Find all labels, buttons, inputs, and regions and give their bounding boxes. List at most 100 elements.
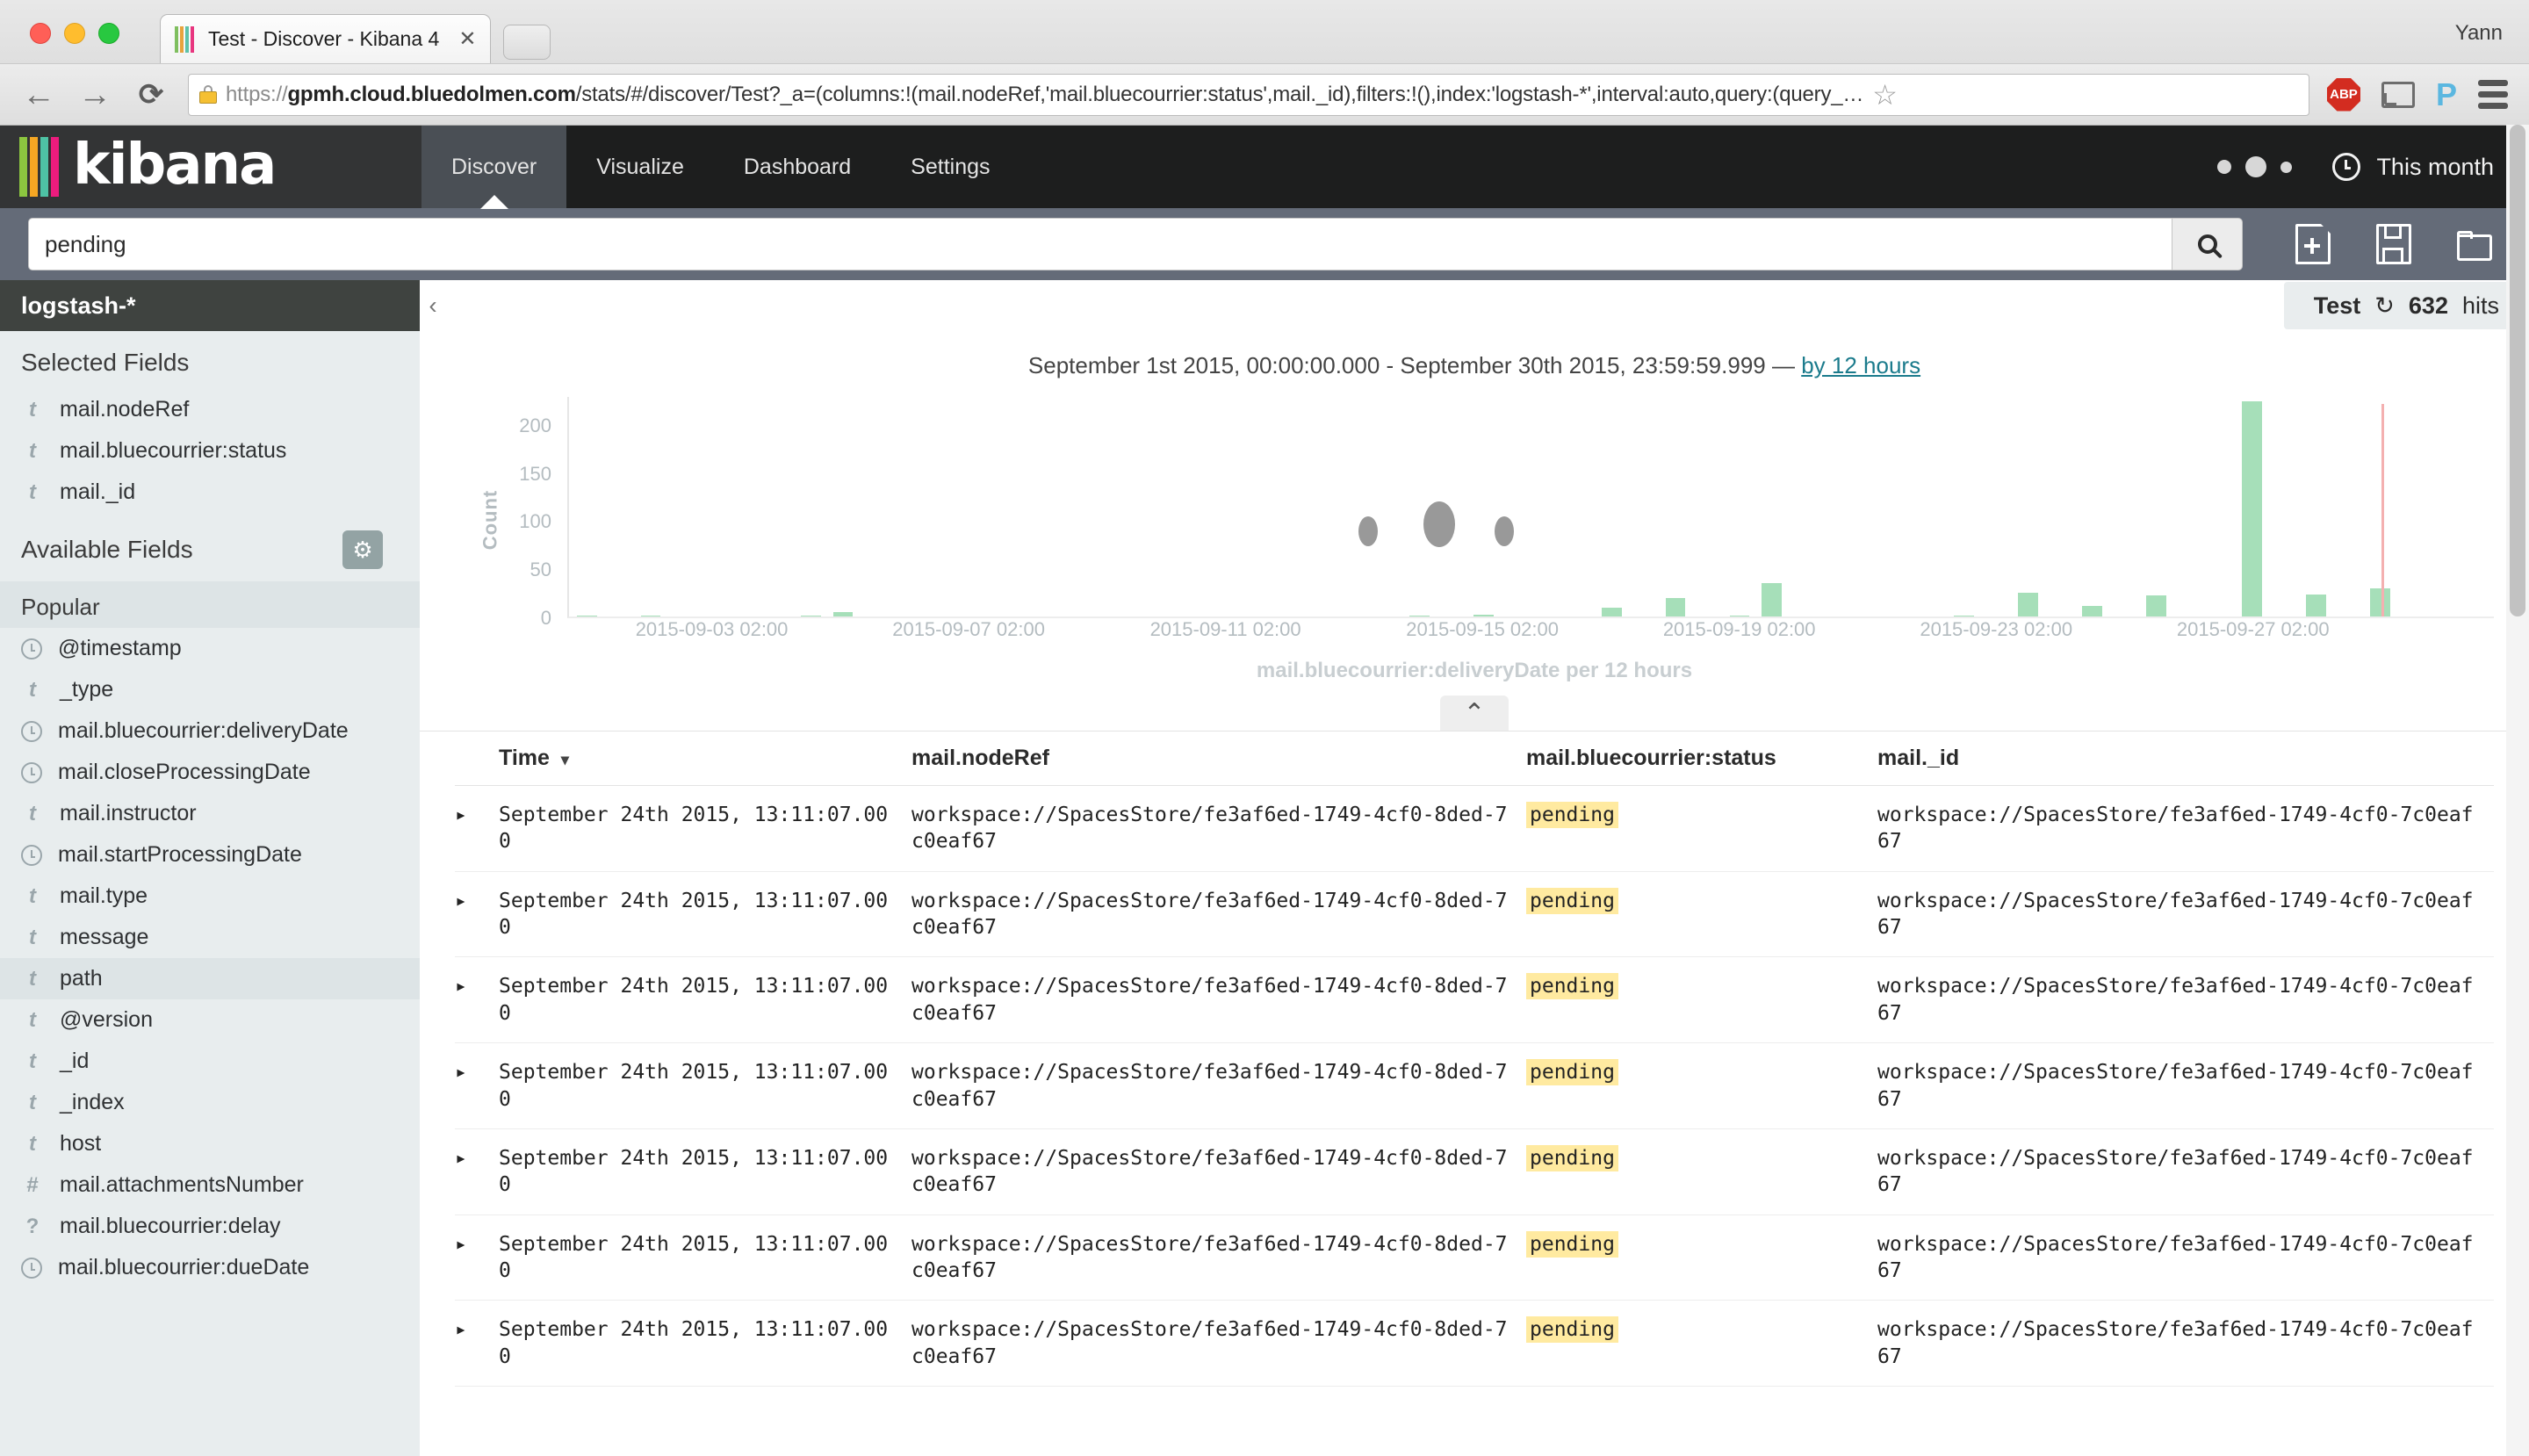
window-traffic-lights[interactable] [30, 23, 119, 44]
sidebar-field-label: mail.bluecourrier:dueDate [58, 1255, 310, 1279]
back-button[interactable]: ← [19, 78, 58, 112]
sidebar-field-item[interactable]: ? mail.bluecourrier:delay [0, 1206, 420, 1247]
row-expand-button[interactable]: ▸ [455, 871, 499, 958]
sidebar-field-item[interactable]: mail.closeProcessingDate [0, 752, 420, 793]
cell-id: workspace://SpacesStore/fe3af6ed-1749-4c… [1877, 956, 2494, 1044]
table-row[interactable]: ▸ September 24th 2015, 13:11:07.000 worksp… [455, 1042, 2494, 1129]
documents-table-wrap[interactable]: Time ▾ mail.nodeRef mail.bluecourrier:st… [420, 732, 2529, 1456]
column-header-nodeRef[interactable]: mail.nodeRef [911, 732, 1526, 786]
cell-nodeRef: workspace://SpacesStore/fe3af6ed-1749-4c… [911, 1042, 1526, 1129]
window-minimize-button[interactable] [64, 23, 85, 44]
cell-id: workspace://SpacesStore/fe3af6ed-1749-4c… [1877, 1215, 2494, 1301]
search-input[interactable] [45, 230, 2156, 258]
sidebar-field-item[interactable]: mail.bluecourrier:dueDate [0, 1247, 420, 1288]
tab-close-icon[interactable]: ✕ [458, 28, 476, 50]
cast-icon[interactable] [2381, 81, 2415, 108]
page-scrollbar[interactable] [2506, 125, 2529, 1456]
discover-main: Test ↻ 632 hits September 1st 2015, 00:0… [420, 280, 2529, 1456]
tab-settings[interactable]: Settings [881, 126, 1020, 208]
browser-profile-name[interactable]: Yann [2455, 21, 2503, 46]
chart-range-text: September 1st 2015, 00:00:00.000 - Septe… [1027, 352, 1766, 378]
sidebar-field-item[interactable]: t mail.bluecourrier:status [0, 430, 420, 472]
column-header-status[interactable]: mail.bluecourrier:status [1526, 732, 1877, 786]
sidebar-field-item[interactable]: t mail.nodeRef [0, 389, 420, 430]
sidebar-field-item[interactable]: t mail.type [0, 876, 420, 917]
row-expand-button[interactable]: ▸ [455, 785, 499, 872]
open-search-icon[interactable] [2457, 224, 2492, 264]
sidebar-field-item[interactable]: t mail._id [0, 472, 420, 513]
kibana-logo[interactable]: kibana [0, 126, 422, 208]
table-row[interactable]: ▸ September 24th 2015, 13:11:07.000 worksp… [455, 785, 2494, 872]
row-expand-button[interactable]: ▸ [455, 1042, 499, 1129]
sidebar-collapse-button[interactable]: ‹ [420, 280, 446, 331]
refresh-icon[interactable]: ↻ [2374, 292, 2395, 320]
abp-icon[interactable]: ABP [2326, 77, 2360, 112]
status-badge: pending [1526, 802, 1618, 828]
table-row[interactable]: ▸ September 24th 2015, 13:11:07.000 worksp… [455, 871, 2494, 958]
forward-button[interactable]: → [76, 78, 114, 112]
row-expand-button[interactable]: ▸ [455, 956, 499, 1044]
tab-discover[interactable]: Discover [422, 126, 567, 208]
sidebar-field-item[interactable]: t host [0, 1123, 420, 1164]
page-scrollbar-thumb[interactable] [2510, 125, 2525, 616]
field-type-string-icon: t [29, 966, 36, 991]
chart-time-marker [2381, 404, 2385, 616]
row-expand-button[interactable]: ▸ [455, 1300, 499, 1388]
table-row[interactable]: ▸ September 24th 2015, 13:11:07.000 worksp… [455, 1300, 2494, 1388]
sidebar-field-item[interactable]: # mail.attachmentsNumber [0, 1164, 420, 1206]
sidebar-field-item[interactable]: @timestamp [0, 628, 420, 669]
sidebar-field-item[interactable]: mail.bluecourrier:deliveryDate [0, 710, 420, 752]
search-input-wrap[interactable] [28, 218, 2172, 270]
hits-label: hits [2461, 292, 2499, 319]
sidebar-field-label: _index [60, 1090, 125, 1114]
search-submit-button[interactable] [2172, 218, 2243, 270]
sidebar-field-label: path [60, 966, 103, 991]
row-expand-button[interactable]: ▸ [455, 1128, 499, 1215]
cell-id: workspace://SpacesStore/fe3af6ed-1749-4c… [1877, 1128, 2494, 1215]
new-search-icon[interactable] [2295, 223, 2331, 264]
sidebar-field-item[interactable]: t message [0, 917, 420, 958]
sidebar-field-item[interactable]: mail.startProcessingDate [0, 834, 420, 876]
row-expand-button[interactable]: ▸ [455, 1215, 499, 1301]
sidebar-field-item[interactable]: t _id [0, 1041, 420, 1082]
chart-interval-link[interactable]: by 12 hours [1801, 352, 1920, 378]
column-header-id[interactable]: mail._id [1877, 732, 2494, 786]
new-tab-button[interactable] [503, 25, 551, 60]
window-maximize-button[interactable] [98, 23, 119, 44]
window-close-button[interactable] [30, 23, 51, 44]
time-picker-button[interactable]: This month [2332, 153, 2494, 181]
sidebar-field-item[interactable]: t _type [0, 669, 420, 710]
save-search-icon[interactable] [2376, 224, 2411, 264]
saved-search-name[interactable]: Test [2314, 292, 2361, 320]
documents-table-body: ▸ September 24th 2015, 13:11:07.000 worksp… [455, 785, 2494, 1388]
selected-fields-header: Selected Fields [0, 331, 420, 389]
bookmark-star-icon[interactable]: ☆ [1872, 78, 1898, 112]
chart-plot-area[interactable] [567, 397, 2494, 618]
cell-id: workspace://SpacesStore/fe3af6ed-1749-4c… [1877, 871, 2494, 958]
field-type-string-icon: t [29, 397, 36, 422]
address-bar[interactable]: https://gpmh.cloud.bluedolmen.com/stats/… [188, 73, 2309, 116]
sidebar-field-item[interactable]: t _index [0, 1082, 420, 1123]
index-pattern-selector[interactable]: logstash-* [0, 280, 420, 331]
reload-button[interactable]: ⟳ [132, 80, 170, 110]
histogram-chart[interactable]: Count 0 50 100 150 200 2015-09-03 02:00 2015-… [455, 397, 2494, 643]
tab-dashboard[interactable]: Dashboard [714, 126, 881, 208]
sidebar-field-label: mail.bluecourrier:delay [60, 1214, 281, 1238]
available-fields-header: Available Fields ⚙ [0, 513, 420, 581]
sidebar-field-item[interactable]: t @version [0, 999, 420, 1041]
table-row[interactable]: ▸ September 24th 2015, 13:11:07.000 worksp… [455, 1215, 2494, 1301]
histogram-collapse-button[interactable]: ⌃ [1440, 696, 1509, 731]
status-badge: pending [1526, 1230, 1618, 1258]
caret-down-icon[interactable]: ▾ [561, 751, 569, 768]
gear-icon[interactable]: ⚙ [342, 530, 383, 569]
browser-tab[interactable]: Test - Discover - Kibana 4 ✕ [160, 14, 492, 63]
table-row[interactable]: ▸ September 24th 2015, 13:11:07.000 worksp… [455, 956, 2494, 1044]
sidebar-field-item[interactable]: t path [0, 958, 420, 999]
sidebar-field-item[interactable]: t mail.instructor [0, 793, 420, 834]
field-type-string-icon: t [29, 1049, 36, 1073]
chrome-menu-icon[interactable] [2478, 80, 2508, 109]
column-header-time[interactable]: Time ▾ [499, 732, 911, 786]
tab-visualize[interactable]: Visualize [566, 126, 714, 208]
table-row[interactable]: ▸ September 24th 2015, 13:11:07.000 worksp… [455, 1128, 2494, 1215]
pocket-icon[interactable]: P [2436, 78, 2457, 111]
